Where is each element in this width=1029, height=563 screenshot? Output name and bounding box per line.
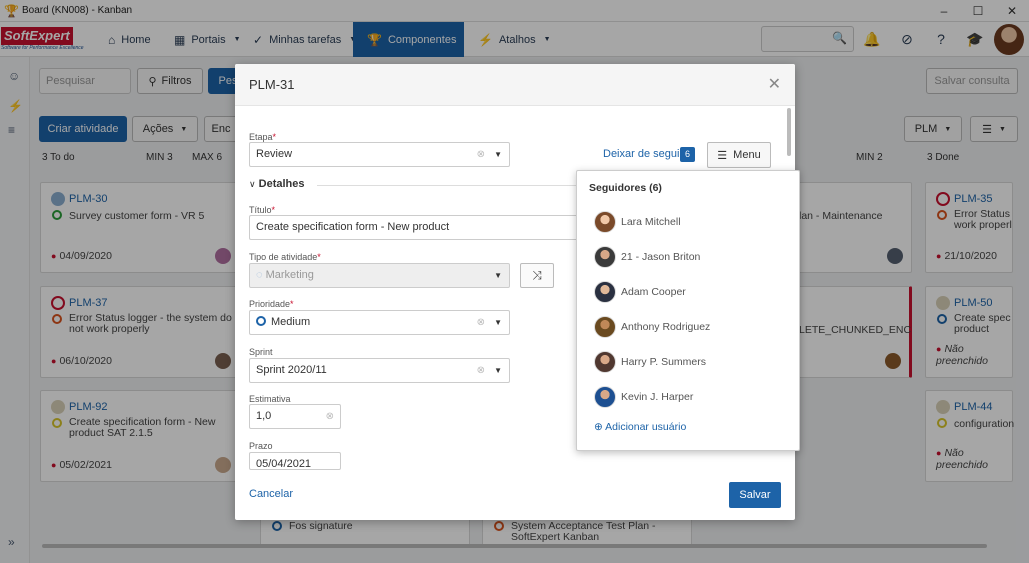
- etapa-value: Review: [256, 148, 293, 160]
- tipo-value: Marketing: [265, 269, 314, 281]
- estimativa-value: 1,0: [256, 410, 272, 422]
- prioridade-label: Prioridade*: [249, 299, 294, 309]
- avatar: [594, 316, 616, 338]
- followers-title: Seguidores (6): [589, 182, 662, 194]
- detalhes-section[interactable]: ∨ Detalhes: [249, 178, 305, 190]
- chevron-down-icon: ▼: [494, 318, 502, 327]
- clear-icon[interactable]: ⊗: [477, 311, 485, 334]
- titulo-input[interactable]: Create specification form - New product: [249, 215, 584, 240]
- prazo-label: Prazo: [249, 441, 273, 451]
- follower-item[interactable]: Adam Cooper: [594, 280, 686, 304]
- avatar: [594, 351, 616, 373]
- etapa-label-text: Etapa: [249, 132, 273, 142]
- follower-item[interactable]: Anthony Rodriguez: [594, 315, 710, 339]
- prioridade-value: Medium: [271, 316, 311, 328]
- avatar: [594, 386, 616, 408]
- chevron-down-icon: ▼: [494, 271, 502, 280]
- titulo-label-text: Título: [249, 205, 272, 215]
- close-icon[interactable]: ✕: [768, 74, 781, 94]
- tipo-label-text: Tipo de atividade: [249, 252, 318, 262]
- chevron-down-icon: ▼: [494, 150, 502, 159]
- tipo-label: Tipo de atividade*: [249, 252, 321, 262]
- follower-name: Adam Cooper: [621, 286, 686, 298]
- hamburger-icon: ☰: [717, 149, 728, 162]
- shuffle-icon: ⤨: [532, 268, 542, 282]
- divider: [317, 185, 577, 186]
- chevron-down-icon: ∨: [249, 179, 256, 189]
- prazo-input[interactable]: 05/04/2021: [249, 452, 341, 470]
- follower-item[interactable]: Kevin J. Harper: [594, 385, 693, 409]
- follower-name: Lara Mitchell: [621, 216, 681, 228]
- clear-icon[interactable]: ⊗: [326, 405, 334, 428]
- clear-icon[interactable]: ⊗: [477, 143, 485, 166]
- detalhes-label: Detalhes: [258, 178, 305, 190]
- followers-count-badge[interactable]: 6: [680, 147, 695, 162]
- menu-button[interactable]: ☰ Menu: [707, 142, 771, 168]
- sprint-select[interactable]: Sprint 2020/11 ⊗ ▼: [249, 358, 510, 383]
- modal-scrollbar[interactable]: [787, 108, 791, 156]
- etapa-select[interactable]: Review ⊗ ▼: [249, 142, 510, 167]
- add-user-button[interactable]: ⊕ Adicionar usuário: [594, 421, 686, 433]
- estimativa-input[interactable]: 1,0 ⊗: [249, 404, 341, 429]
- modal-title: PLM-31: [249, 77, 295, 92]
- clear-icon[interactable]: ⊗: [477, 359, 485, 382]
- follower-name: Anthony Rodriguez: [621, 321, 711, 333]
- sprint-label: Sprint: [249, 347, 273, 357]
- follower-name: Kevin J. Harper: [621, 391, 694, 403]
- spinner-icon: ◌: [256, 269, 263, 281]
- priority-icon: [256, 316, 266, 326]
- follower-item[interactable]: Harry P. Summers: [594, 350, 706, 374]
- follower-name: 21 - Jason Briton: [621, 251, 701, 263]
- modal-header: PLM-31 ✕: [235, 64, 795, 106]
- sprint-value: Sprint 2020/11: [256, 364, 327, 376]
- prioridade-select[interactable]: Medium ⊗ ▼: [249, 310, 510, 335]
- etapa-label: Etapa*: [249, 132, 277, 142]
- chevron-down-icon: ▼: [494, 366, 502, 375]
- follower-name: Harry P. Summers: [621, 356, 706, 368]
- modal-footer: Cancelar Salvar: [235, 472, 795, 520]
- unfollow-link[interactable]: Deixar de seguir: [603, 148, 683, 160]
- avatar: [594, 211, 616, 233]
- avatar: [594, 246, 616, 268]
- follower-item[interactable]: Lara Mitchell: [594, 210, 681, 234]
- prioridade-label-text: Prioridade: [249, 299, 291, 309]
- titulo-label: Título*: [249, 205, 276, 215]
- add-user-label: Adicionar usuário: [605, 421, 687, 433]
- cancel-button[interactable]: Cancelar: [249, 488, 293, 500]
- follower-item[interactable]: 21 - Jason Briton: [594, 245, 700, 269]
- followers-popup: Seguidores (6) Lara Mitchell 21 - Jason …: [576, 170, 800, 451]
- estimativa-label: Estimativa: [249, 394, 291, 404]
- menu-label: Menu: [733, 149, 761, 161]
- avatar: [594, 281, 616, 303]
- plus-circle-icon: ⊕: [594, 421, 603, 433]
- tipo-select: ◌ Marketing ▼: [249, 263, 510, 288]
- save-button[interactable]: Salvar: [729, 482, 781, 508]
- shuffle-button[interactable]: ⤨: [520, 263, 554, 288]
